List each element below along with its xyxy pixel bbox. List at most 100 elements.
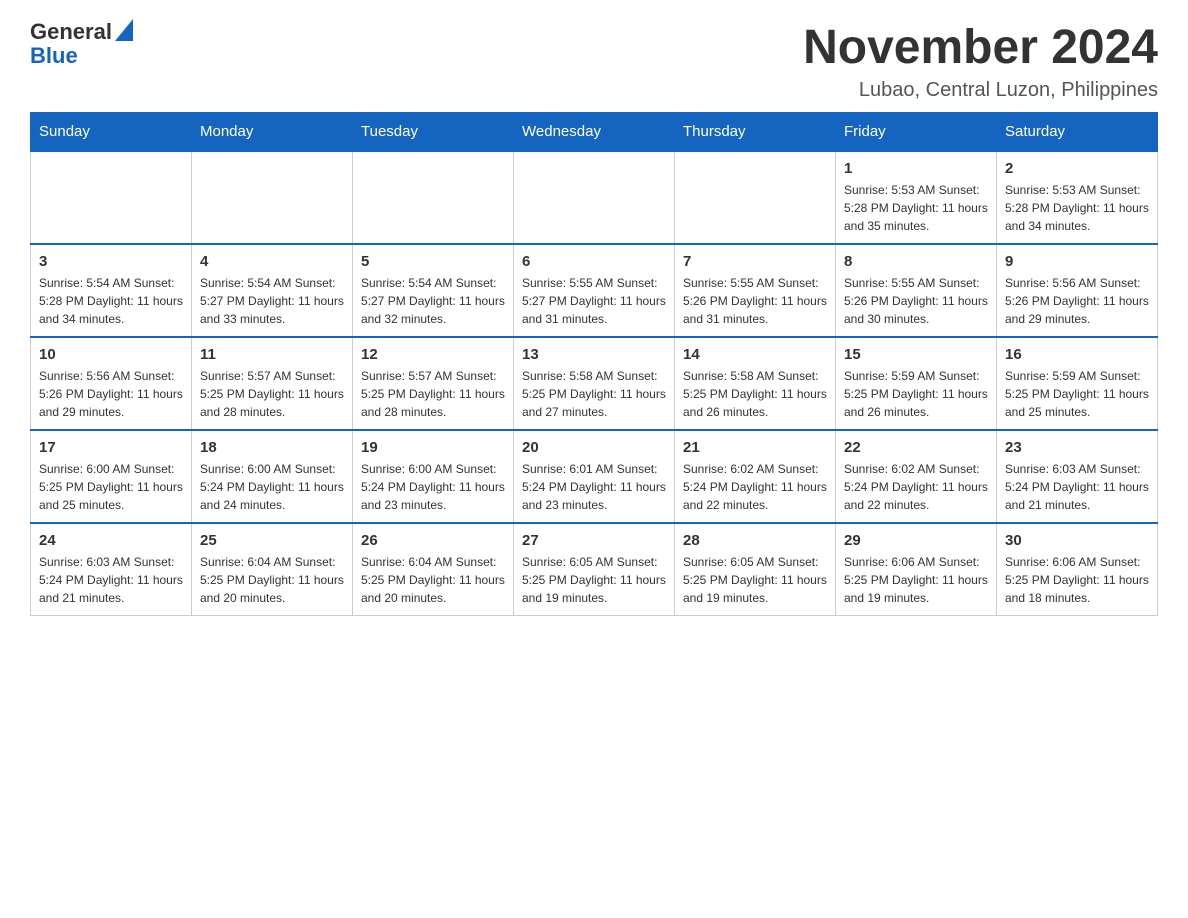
day-info: Sunrise: 6:00 AM Sunset: 5:24 PM Dayligh… (361, 460, 505, 514)
calendar-cell (514, 151, 675, 244)
calendar-day-header-thursday: Thursday (675, 113, 836, 152)
calendar-cell: 24 Sunrise: 6:03 AM Sunset: 5:24 PM Dayli… (31, 523, 192, 616)
day-number: 30 (1005, 532, 1149, 549)
day-info: Sunrise: 6:01 AM Sunset: 5:24 PM Dayligh… (522, 460, 666, 514)
calendar-week-row: 1Sunrise: 5:53 AM Sunset: 5:28 PM Daylig… (31, 151, 1158, 244)
calendar-day-header-monday: Monday (192, 113, 353, 152)
day-info: Sunrise: 5:55 AM Sunset: 5:26 PM Dayligh… (844, 274, 988, 328)
calendar-cell (353, 151, 514, 244)
calendar-cell: 6Sunrise: 5:55 AM Sunset: 5:27 PM Daylig… (514, 244, 675, 337)
calendar-week-row: 10 Sunrise: 5:56 AM Sunset: 5:26 PM Dayli… (31, 337, 1158, 430)
day-number: 22 (844, 439, 988, 456)
calendar-cell: 28Sunrise: 6:05 AM Sunset: 5:25 PM Dayli… (675, 523, 836, 616)
calendar-cell (192, 151, 353, 244)
calendar-cell: 17 Sunrise: 6:00 AM Sunset: 5:25 PM Dayli… (31, 430, 192, 523)
calendar-cell: 9 Sunrise: 5:56 AM Sunset: 5:26 PM Daylig… (997, 244, 1158, 337)
day-info: Sunrise: 6:04 AM Sunset: 5:25 PM Dayligh… (361, 553, 505, 607)
calendar-body: 1Sunrise: 5:53 AM Sunset: 5:28 PM Daylig… (31, 151, 1158, 616)
calendar-cell: 13Sunrise: 5:58 AM Sunset: 5:25 PM Dayli… (514, 337, 675, 430)
day-number: 1 (844, 160, 988, 177)
day-info: Sunrise: 5:57 AM Sunset: 5:25 PM Dayligh… (361, 367, 505, 421)
calendar-cell: 8 Sunrise: 5:55 AM Sunset: 5:26 PM Daylig… (836, 244, 997, 337)
page-subtitle: Lubao, Central Luzon, Philippines (803, 79, 1158, 102)
day-number: 2 (1005, 160, 1149, 177)
page-header: General Blue November 2024 Lubao, Centra… (30, 20, 1158, 102)
day-number: 26 (361, 532, 505, 549)
calendar-cell: 22 Sunrise: 6:02 AM Sunset: 5:24 PM Dayli… (836, 430, 997, 523)
calendar-cell: 29Sunrise: 6:06 AM Sunset: 5:25 PM Dayli… (836, 523, 997, 616)
calendar-cell (31, 151, 192, 244)
day-info: Sunrise: 5:54 AM Sunset: 5:28 PM Dayligh… (39, 274, 183, 328)
calendar-cell: 27 Sunrise: 6:05 AM Sunset: 5:25 PM Dayli… (514, 523, 675, 616)
day-number: 4 (200, 253, 344, 270)
calendar-cell: 2Sunrise: 5:53 AM Sunset: 5:28 PM Daylig… (997, 151, 1158, 244)
calendar-day-header-saturday: Saturday (997, 113, 1158, 152)
day-info: Sunrise: 5:56 AM Sunset: 5:26 PM Dayligh… (39, 367, 183, 421)
calendar-cell: 18 Sunrise: 6:00 AM Sunset: 5:24 PM Dayli… (192, 430, 353, 523)
day-info: Sunrise: 5:56 AM Sunset: 5:26 PM Dayligh… (1005, 274, 1149, 328)
calendar-cell: 26 Sunrise: 6:04 AM Sunset: 5:25 PM Dayli… (353, 523, 514, 616)
day-info: Sunrise: 5:59 AM Sunset: 5:25 PM Dayligh… (844, 367, 988, 421)
day-number: 11 (200, 346, 344, 363)
calendar-cell (675, 151, 836, 244)
day-number: 14 (683, 346, 827, 363)
day-info: Sunrise: 6:06 AM Sunset: 5:25 PM Dayligh… (1005, 553, 1149, 607)
calendar-cell: 20Sunrise: 6:01 AM Sunset: 5:24 PM Dayli… (514, 430, 675, 523)
day-info: Sunrise: 6:03 AM Sunset: 5:24 PM Dayligh… (1005, 460, 1149, 514)
calendar-week-row: 24 Sunrise: 6:03 AM Sunset: 5:24 PM Dayli… (31, 523, 1158, 616)
calendar-cell: 12 Sunrise: 5:57 AM Sunset: 5:25 PM Dayli… (353, 337, 514, 430)
day-info: Sunrise: 6:02 AM Sunset: 5:24 PM Dayligh… (844, 460, 988, 514)
calendar-cell: 10 Sunrise: 5:56 AM Sunset: 5:26 PM Dayli… (31, 337, 192, 430)
day-number: 5 (361, 253, 505, 270)
calendar-cell: 21 Sunrise: 6:02 AM Sunset: 5:24 PM Dayli… (675, 430, 836, 523)
day-info: Sunrise: 5:58 AM Sunset: 5:25 PM Dayligh… (522, 367, 666, 421)
day-number: 3 (39, 253, 183, 270)
logo: General Blue (30, 20, 133, 68)
calendar-cell: 19 Sunrise: 6:00 AM Sunset: 5:24 PM Dayli… (353, 430, 514, 523)
day-number: 8 (844, 253, 988, 270)
day-info: Sunrise: 6:02 AM Sunset: 5:24 PM Dayligh… (683, 460, 827, 514)
day-number: 17 (39, 439, 183, 456)
day-info: Sunrise: 5:58 AM Sunset: 5:25 PM Dayligh… (683, 367, 827, 421)
day-number: 15 (844, 346, 988, 363)
day-number: 18 (200, 439, 344, 456)
day-info: Sunrise: 6:05 AM Sunset: 5:25 PM Dayligh… (683, 553, 827, 607)
calendar-cell: 1Sunrise: 5:53 AM Sunset: 5:28 PM Daylig… (836, 151, 997, 244)
day-number: 27 (522, 532, 666, 549)
day-number: 10 (39, 346, 183, 363)
day-info: Sunrise: 6:03 AM Sunset: 5:24 PM Dayligh… (39, 553, 183, 607)
day-number: 23 (1005, 439, 1149, 456)
calendar-cell: 30 Sunrise: 6:06 AM Sunset: 5:25 PM Dayli… (997, 523, 1158, 616)
calendar-week-row: 3 Sunrise: 5:54 AM Sunset: 5:28 PM Daylig… (31, 244, 1158, 337)
calendar-cell: 15 Sunrise: 5:59 AM Sunset: 5:25 PM Dayli… (836, 337, 997, 430)
logo-blue-text: Blue (30, 43, 78, 68)
calendar-cell: 23 Sunrise: 6:03 AM Sunset: 5:24 PM Dayli… (997, 430, 1158, 523)
day-number: 9 (1005, 253, 1149, 270)
calendar-day-header-tuesday: Tuesday (353, 113, 514, 152)
calendar-cell: 16 Sunrise: 5:59 AM Sunset: 5:25 PM Dayli… (997, 337, 1158, 430)
day-info: Sunrise: 6:00 AM Sunset: 5:25 PM Dayligh… (39, 460, 183, 514)
page-title: November 2024 (803, 20, 1158, 75)
day-info: Sunrise: 5:57 AM Sunset: 5:25 PM Dayligh… (200, 367, 344, 421)
day-info: Sunrise: 5:54 AM Sunset: 5:27 PM Dayligh… (200, 274, 344, 328)
day-number: 19 (361, 439, 505, 456)
day-info: Sunrise: 6:05 AM Sunset: 5:25 PM Dayligh… (522, 553, 666, 607)
day-number: 24 (39, 532, 183, 549)
day-number: 16 (1005, 346, 1149, 363)
day-info: Sunrise: 5:55 AM Sunset: 5:26 PM Dayligh… (683, 274, 827, 328)
day-number: 21 (683, 439, 827, 456)
calendar-cell: 7 Sunrise: 5:55 AM Sunset: 5:26 PM Daylig… (675, 244, 836, 337)
day-info: Sunrise: 5:59 AM Sunset: 5:25 PM Dayligh… (1005, 367, 1149, 421)
calendar-cell: 3 Sunrise: 5:54 AM Sunset: 5:28 PM Daylig… (31, 244, 192, 337)
day-number: 12 (361, 346, 505, 363)
day-info: Sunrise: 6:04 AM Sunset: 5:25 PM Dayligh… (200, 553, 344, 607)
calendar-day-header-sunday: Sunday (31, 113, 192, 152)
calendar-cell: 5 Sunrise: 5:54 AM Sunset: 5:27 PM Daylig… (353, 244, 514, 337)
calendar-table: SundayMondayTuesdayWednesdayThursdayFrid… (30, 112, 1158, 616)
day-info: Sunrise: 5:54 AM Sunset: 5:27 PM Dayligh… (361, 274, 505, 328)
day-info: Sunrise: 6:00 AM Sunset: 5:24 PM Dayligh… (200, 460, 344, 514)
logo-general-text: General (30, 20, 112, 44)
day-number: 29 (844, 532, 988, 549)
calendar-header: SundayMondayTuesdayWednesdayThursdayFrid… (31, 113, 1158, 152)
day-number: 7 (683, 253, 827, 270)
